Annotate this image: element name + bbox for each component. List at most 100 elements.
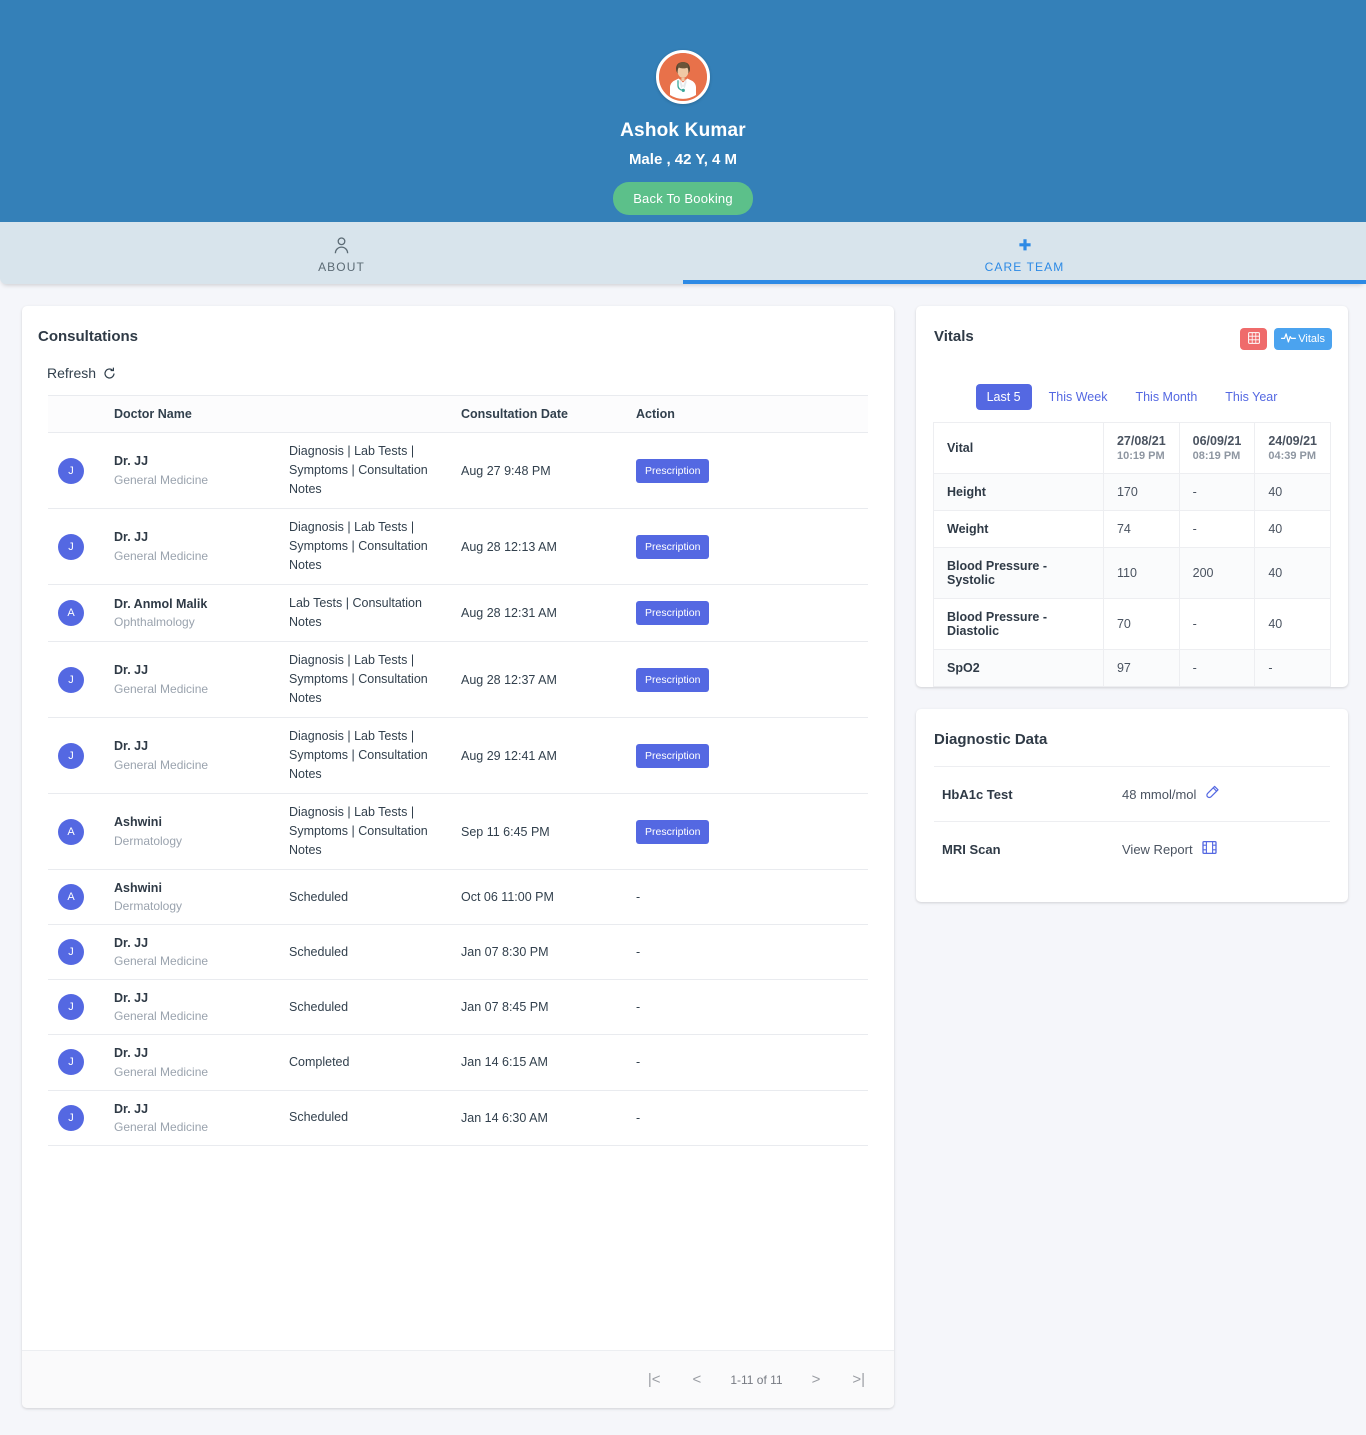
table-row: J Dr. JJ General Medicine Diagnosis | Lab T… bbox=[48, 717, 868, 794]
action-empty: - bbox=[636, 890, 641, 905]
vitals-row: Weight 74-40 bbox=[933, 510, 1331, 548]
doctor-name: Dr. JJ bbox=[114, 991, 149, 1006]
back-to-booking-button[interactable]: Back To Booking bbox=[613, 182, 753, 215]
prescription-button[interactable]: Prescription bbox=[636, 458, 710, 483]
vitals-header-row: Vital 27/08/21 10:19 PM 06/09/21 08:19 P… bbox=[933, 422, 1331, 474]
consultation-tags: Completed bbox=[289, 1054, 350, 1069]
avatar: J bbox=[58, 742, 84, 769]
row-avatar-cell: A bbox=[48, 869, 104, 926]
vitals-header: Vitals Vitals bbox=[916, 306, 1348, 350]
tab-about[interactable]: ABOUT bbox=[0, 222, 683, 284]
vital-value: - bbox=[1254, 649, 1331, 687]
vitals-dt-3-date: 24/09/21 bbox=[1268, 434, 1317, 448]
tab-care-team[interactable]: CARE TEAM bbox=[683, 222, 1366, 284]
consultation-tags: Lab Tests | Consultation Notes bbox=[289, 596, 422, 629]
avatar: J bbox=[58, 1104, 84, 1131]
row-doctor-cell: Dr. JJ General Medicine bbox=[104, 641, 279, 718]
doctor-name: Dr. JJ bbox=[114, 1101, 149, 1116]
doctor-name: Dr. JJ bbox=[114, 663, 149, 678]
row-doctor-cell: Dr. JJ General Medicine bbox=[104, 717, 279, 794]
pulse-icon bbox=[1281, 332, 1297, 346]
consultation-tags: Scheduled bbox=[289, 1110, 349, 1125]
grid-table-icon bbox=[1247, 331, 1260, 347]
table-row: A Dr. Anmol Malik Ophthalmology Lab Tests |… bbox=[48, 584, 868, 642]
row-tags-cell: Lab Tests | Consultation Notes bbox=[279, 584, 451, 642]
table-row: J Dr. JJ General Medicine Diagnosis | Lab T… bbox=[48, 432, 868, 509]
consultation-tags: Diagnosis | Lab Tests | Symptoms | Consu… bbox=[289, 653, 428, 705]
row-action-cell: Prescription bbox=[626, 793, 868, 870]
consultation-tags: Diagnosis | Lab Tests | Symptoms | Consu… bbox=[289, 805, 428, 857]
diagnostic-name: MRI Scan bbox=[934, 821, 1112, 876]
row-doctor-cell: Dr. JJ General Medicine bbox=[104, 1034, 279, 1091]
row-avatar-cell: J bbox=[48, 508, 104, 585]
prescription-button[interactable]: Prescription bbox=[636, 743, 710, 768]
patient-demographics: Male , 42 Y, 4 M bbox=[628, 151, 738, 168]
consultation-tags: Scheduled bbox=[289, 889, 349, 904]
last-page-icon[interactable]: >| bbox=[849, 1370, 868, 1389]
vital-value: 74 bbox=[1102, 510, 1180, 548]
row-tags-cell: Diagnosis | Lab Tests | Symptoms | Consu… bbox=[279, 641, 451, 718]
table-row: J Dr. JJ General Medicine Diagnosis | Lab T… bbox=[48, 508, 868, 585]
row-avatar-cell: A bbox=[48, 793, 104, 870]
range-tab-this-month[interactable]: This Month bbox=[1124, 384, 1208, 410]
avatar: J bbox=[58, 994, 84, 1021]
row-date-cell: Jan 14 6:30 AM bbox=[451, 1090, 626, 1146]
row-doctor-cell: Dr. JJ General Medicine bbox=[104, 924, 279, 981]
vitals-column-dt-2: 06/09/21 08:19 PM bbox=[1178, 422, 1256, 474]
row-date-cell: Aug 29 12:41 AM bbox=[451, 717, 626, 794]
diagnostic-value-cell: 48 mmol/mol bbox=[1112, 766, 1330, 822]
row-date-cell: Aug 27 9:48 PM bbox=[451, 432, 626, 509]
vital-value: - bbox=[1178, 473, 1256, 511]
row-avatar-cell: J bbox=[48, 1034, 104, 1091]
doctor-specialty: Ophthalmology bbox=[114, 615, 195, 630]
consultation-tags: Diagnosis | Lab Tests | Symptoms | Consu… bbox=[289, 520, 428, 572]
vitals-table-body: Height 170-40 Weight 74-40 Blood Pressure - … bbox=[933, 473, 1331, 687]
table-row: J Dr. JJ General Medicine Completed Jan 14 6… bbox=[48, 1034, 868, 1091]
doctor-name: Dr. Anmol Malik bbox=[114, 596, 208, 611]
prescription-button[interactable]: Prescription bbox=[636, 819, 710, 844]
row-action-cell: Prescription bbox=[626, 717, 868, 794]
prescription-button[interactable]: Prescription bbox=[636, 601, 710, 625]
range-tab-this-week[interactable]: This Week bbox=[1038, 384, 1119, 410]
vitals-row: Blood Pressure - Diastolic 70-40 bbox=[933, 598, 1331, 650]
consultations-table-body: J Dr. JJ General Medicine Diagnosis | Lab T… bbox=[48, 432, 868, 1146]
next-page-icon[interactable]: > bbox=[809, 1370, 824, 1389]
vitals-row: Height 170-40 bbox=[933, 473, 1331, 511]
range-tab-last-5[interactable]: Last 5 bbox=[975, 384, 1032, 410]
consultations-table-head: Doctor Name Consultation Date Action bbox=[48, 395, 868, 433]
prescription-button[interactable]: Prescription bbox=[636, 667, 710, 692]
previous-page-icon[interactable]: < bbox=[690, 1370, 705, 1389]
row-date-cell: Aug 28 12:37 AM bbox=[451, 641, 626, 718]
refresh-button[interactable]: Refresh bbox=[22, 345, 116, 395]
table-row: A Ashwini Dermatology Diagnosis | Lab Tests… bbox=[48, 793, 868, 870]
patient-avatar bbox=[656, 50, 710, 104]
vitals-column-name: Vital bbox=[933, 422, 1104, 474]
first-page-icon[interactable]: |< bbox=[645, 1370, 664, 1389]
row-tags-cell: Diagnosis | Lab Tests | Symptoms | Consu… bbox=[279, 793, 451, 870]
plus-icon bbox=[1017, 237, 1033, 255]
doctor-specialty: General Medicine bbox=[114, 1009, 209, 1024]
column-tags bbox=[279, 395, 451, 433]
row-tags-cell: Scheduled bbox=[279, 979, 451, 1036]
row-action-cell: - bbox=[626, 979, 868, 1036]
film-scan-icon[interactable] bbox=[1201, 840, 1217, 858]
grid-table-icon-button[interactable] bbox=[1240, 328, 1268, 350]
row-date-cell: Jan 14 6:15 AM bbox=[451, 1034, 626, 1091]
range-tab-this-year[interactable]: This Year bbox=[1214, 384, 1288, 410]
row-avatar-cell: A bbox=[48, 584, 104, 642]
vitals-dt-1-time: 10:19 PM bbox=[1116, 450, 1165, 462]
vitals-chart-button[interactable]: Vitals bbox=[1274, 328, 1332, 350]
vital-value: 40 bbox=[1254, 598, 1331, 650]
column-doctor-name: Doctor Name bbox=[104, 395, 279, 433]
row-avatar-cell: J bbox=[48, 979, 104, 1036]
vital-name: Blood Pressure - Systolic bbox=[933, 547, 1104, 599]
consultations-paginator: |< < 1-11 of 11 > >| bbox=[22, 1350, 894, 1408]
prescription-button[interactable]: Prescription bbox=[636, 534, 710, 559]
vitals-table: Vital 27/08/21 10:19 PM 06/09/21 08:19 P… bbox=[933, 422, 1331, 687]
doctor-name: Ashwini bbox=[114, 815, 162, 830]
vitals-column-dt-3: 24/09/21 04:39 PM bbox=[1254, 422, 1331, 474]
table-header-row: Doctor Name Consultation Date Action bbox=[48, 395, 868, 433]
test-tube-icon[interactable] bbox=[1205, 785, 1220, 803]
row-avatar-cell: J bbox=[48, 641, 104, 718]
doctor-name: Dr. JJ bbox=[114, 739, 149, 754]
